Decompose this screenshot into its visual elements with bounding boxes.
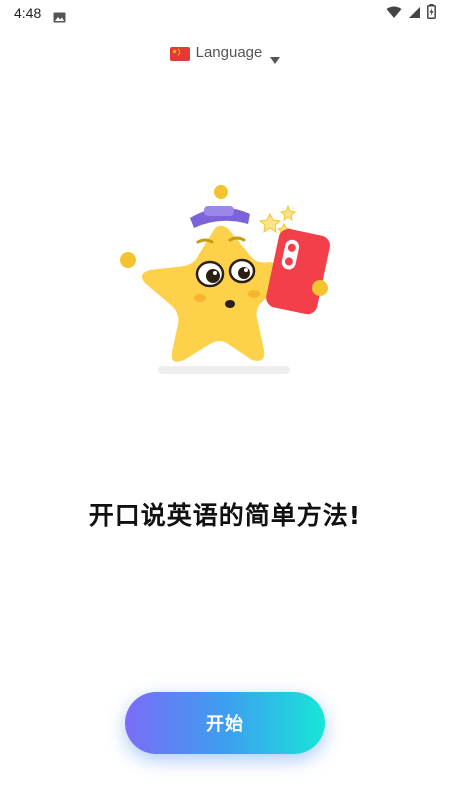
signal-icon [408,4,421,23]
star-mascot-illustration [110,180,340,380]
battery-charging-icon [427,3,436,23]
headline: 开口说英语的简单方法! [88,501,362,530]
start-button-label: 开始 [206,714,244,735]
status-icons [386,3,436,23]
start-button[interactable]: 开始 [125,692,325,754]
caret-down-icon [270,49,281,64]
wifi-icon [386,4,402,23]
language-selector[interactable]: Language [0,44,450,64]
status-time: 4:48 [14,5,42,21]
china-flag-icon [169,46,190,61]
language-label: Language [195,44,263,61]
status-bar: 4:48 [0,0,450,26]
photo-icon [53,8,66,22]
